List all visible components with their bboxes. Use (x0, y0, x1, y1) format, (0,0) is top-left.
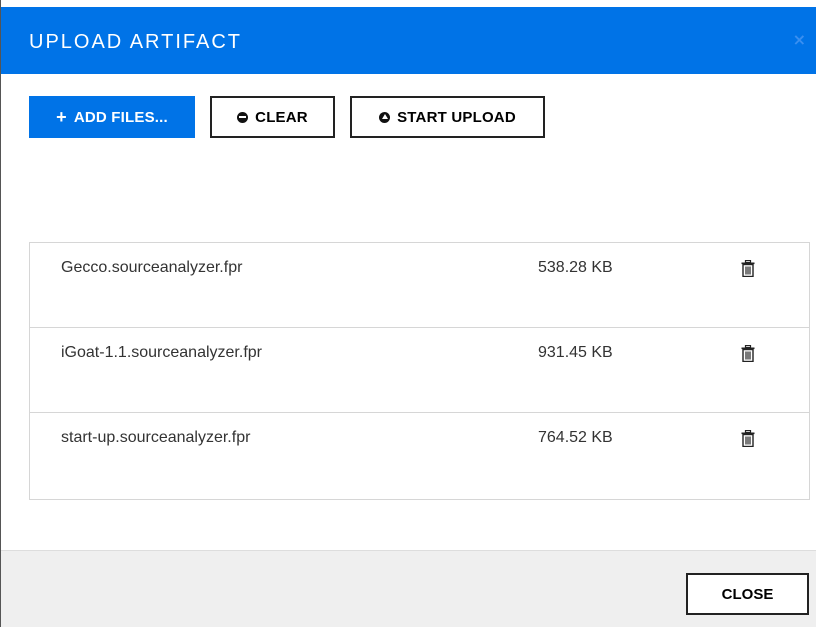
file-size: 931.45 KB (538, 344, 613, 361)
file-row: start-up.sourceanalyzer.fpr 764.52 KB (30, 413, 809, 499)
add-files-button[interactable]: + ADD FILES... (29, 96, 195, 138)
file-name: Gecco.sourceanalyzer.fpr (61, 259, 243, 276)
minus-circle-icon (237, 111, 249, 123)
file-size: 538.28 KB (538, 259, 613, 276)
plus-icon: + (56, 107, 67, 127)
top-strip (1, 0, 816, 7)
dialog-footer: CLOSE (1, 550, 816, 627)
file-list: Gecco.sourceanalyzer.fpr 538.28 KB iGoat… (29, 242, 810, 500)
dialog-header: UPLOAD ARTIFACT × (1, 7, 816, 74)
file-name: iGoat-1.1.sourceanalyzer.fpr (61, 344, 262, 361)
trash-icon[interactable] (741, 430, 755, 447)
file-row: iGoat-1.1.sourceanalyzer.fpr 931.45 KB (30, 328, 809, 413)
file-row: Gecco.sourceanalyzer.fpr 538.28 KB (30, 243, 809, 328)
file-name: start-up.sourceanalyzer.fpr (61, 429, 251, 446)
clear-label: CLEAR (255, 108, 308, 126)
trash-icon[interactable] (741, 260, 755, 277)
clear-button[interactable]: CLEAR (210, 96, 335, 138)
close-icon[interactable]: × (793, 30, 806, 49)
trash-icon[interactable] (741, 345, 755, 362)
file-size: 764.52 KB (538, 429, 613, 446)
upload-artifact-dialog: UPLOAD ARTIFACT × + ADD FILES... CLEAR S… (0, 0, 816, 627)
arrow-up-circle-icon (379, 111, 391, 123)
start-upload-label: START UPLOAD (397, 108, 516, 126)
add-files-label: ADD FILES... (73, 108, 168, 126)
dialog-title: UPLOAD ARTIFACT (29, 31, 243, 53)
start-upload-button[interactable]: START UPLOAD (350, 96, 545, 138)
close-button[interactable]: CLOSE (686, 573, 809, 615)
